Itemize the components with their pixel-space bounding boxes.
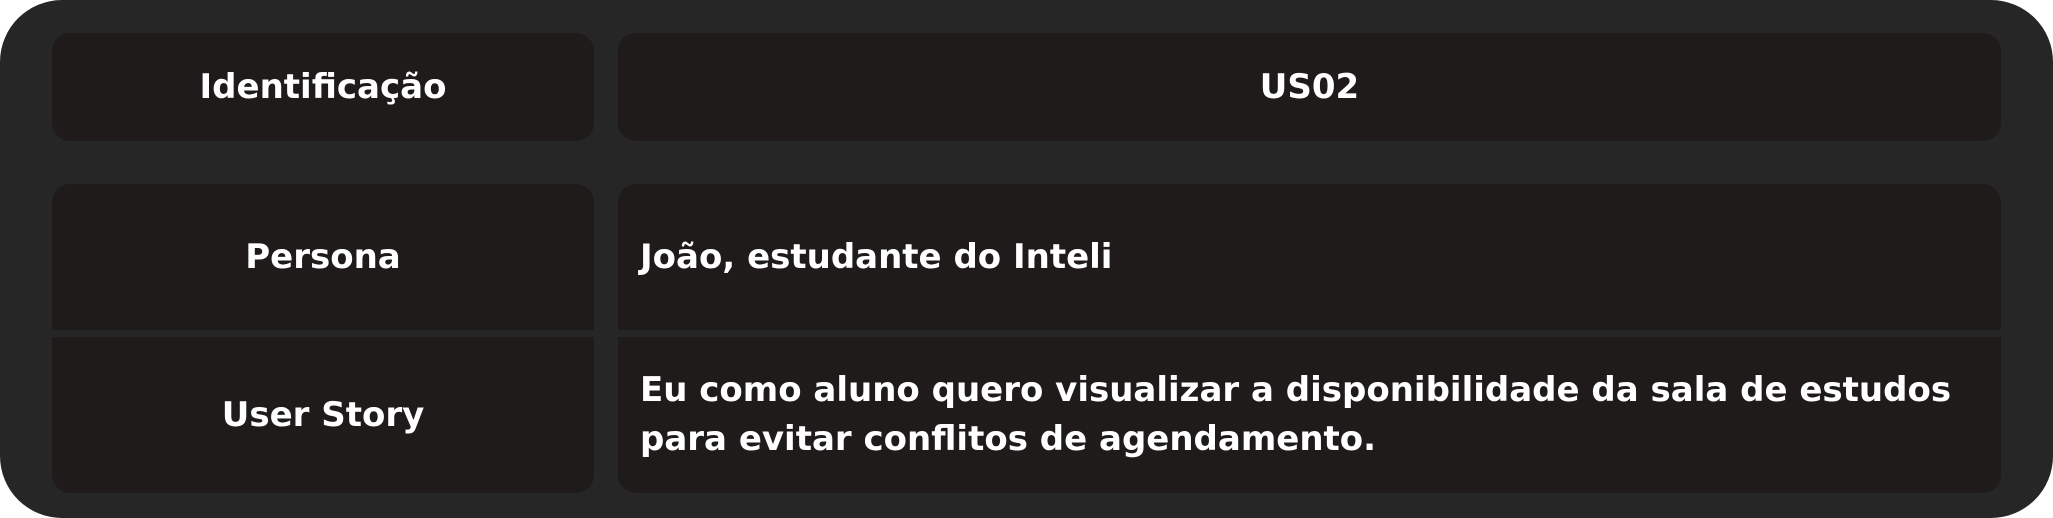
user-story-value-cell: Eu como aluno quero visualizar a disponi… [618, 337, 2001, 493]
identification-value-cell: US02 [618, 33, 2001, 141]
persona-label-cell: Persona [52, 184, 594, 330]
persona-value: João, estudante do Inteli [640, 237, 1113, 277]
identification-label-cell: Identificação [52, 33, 594, 141]
identification-value: US02 [1259, 67, 1360, 107]
user-story-label-cell: User Story [52, 337, 594, 493]
user-story-card: Identificação US02 Persona João, estudan… [0, 0, 2053, 518]
user-story-value: Eu como aluno quero visualizar a disponi… [640, 370, 1952, 459]
identification-label: Identificação [199, 67, 447, 107]
persona-label: Persona [245, 237, 401, 277]
user-story-label: User Story [221, 395, 425, 435]
persona-value-cell: João, estudante do Inteli [618, 184, 2001, 330]
